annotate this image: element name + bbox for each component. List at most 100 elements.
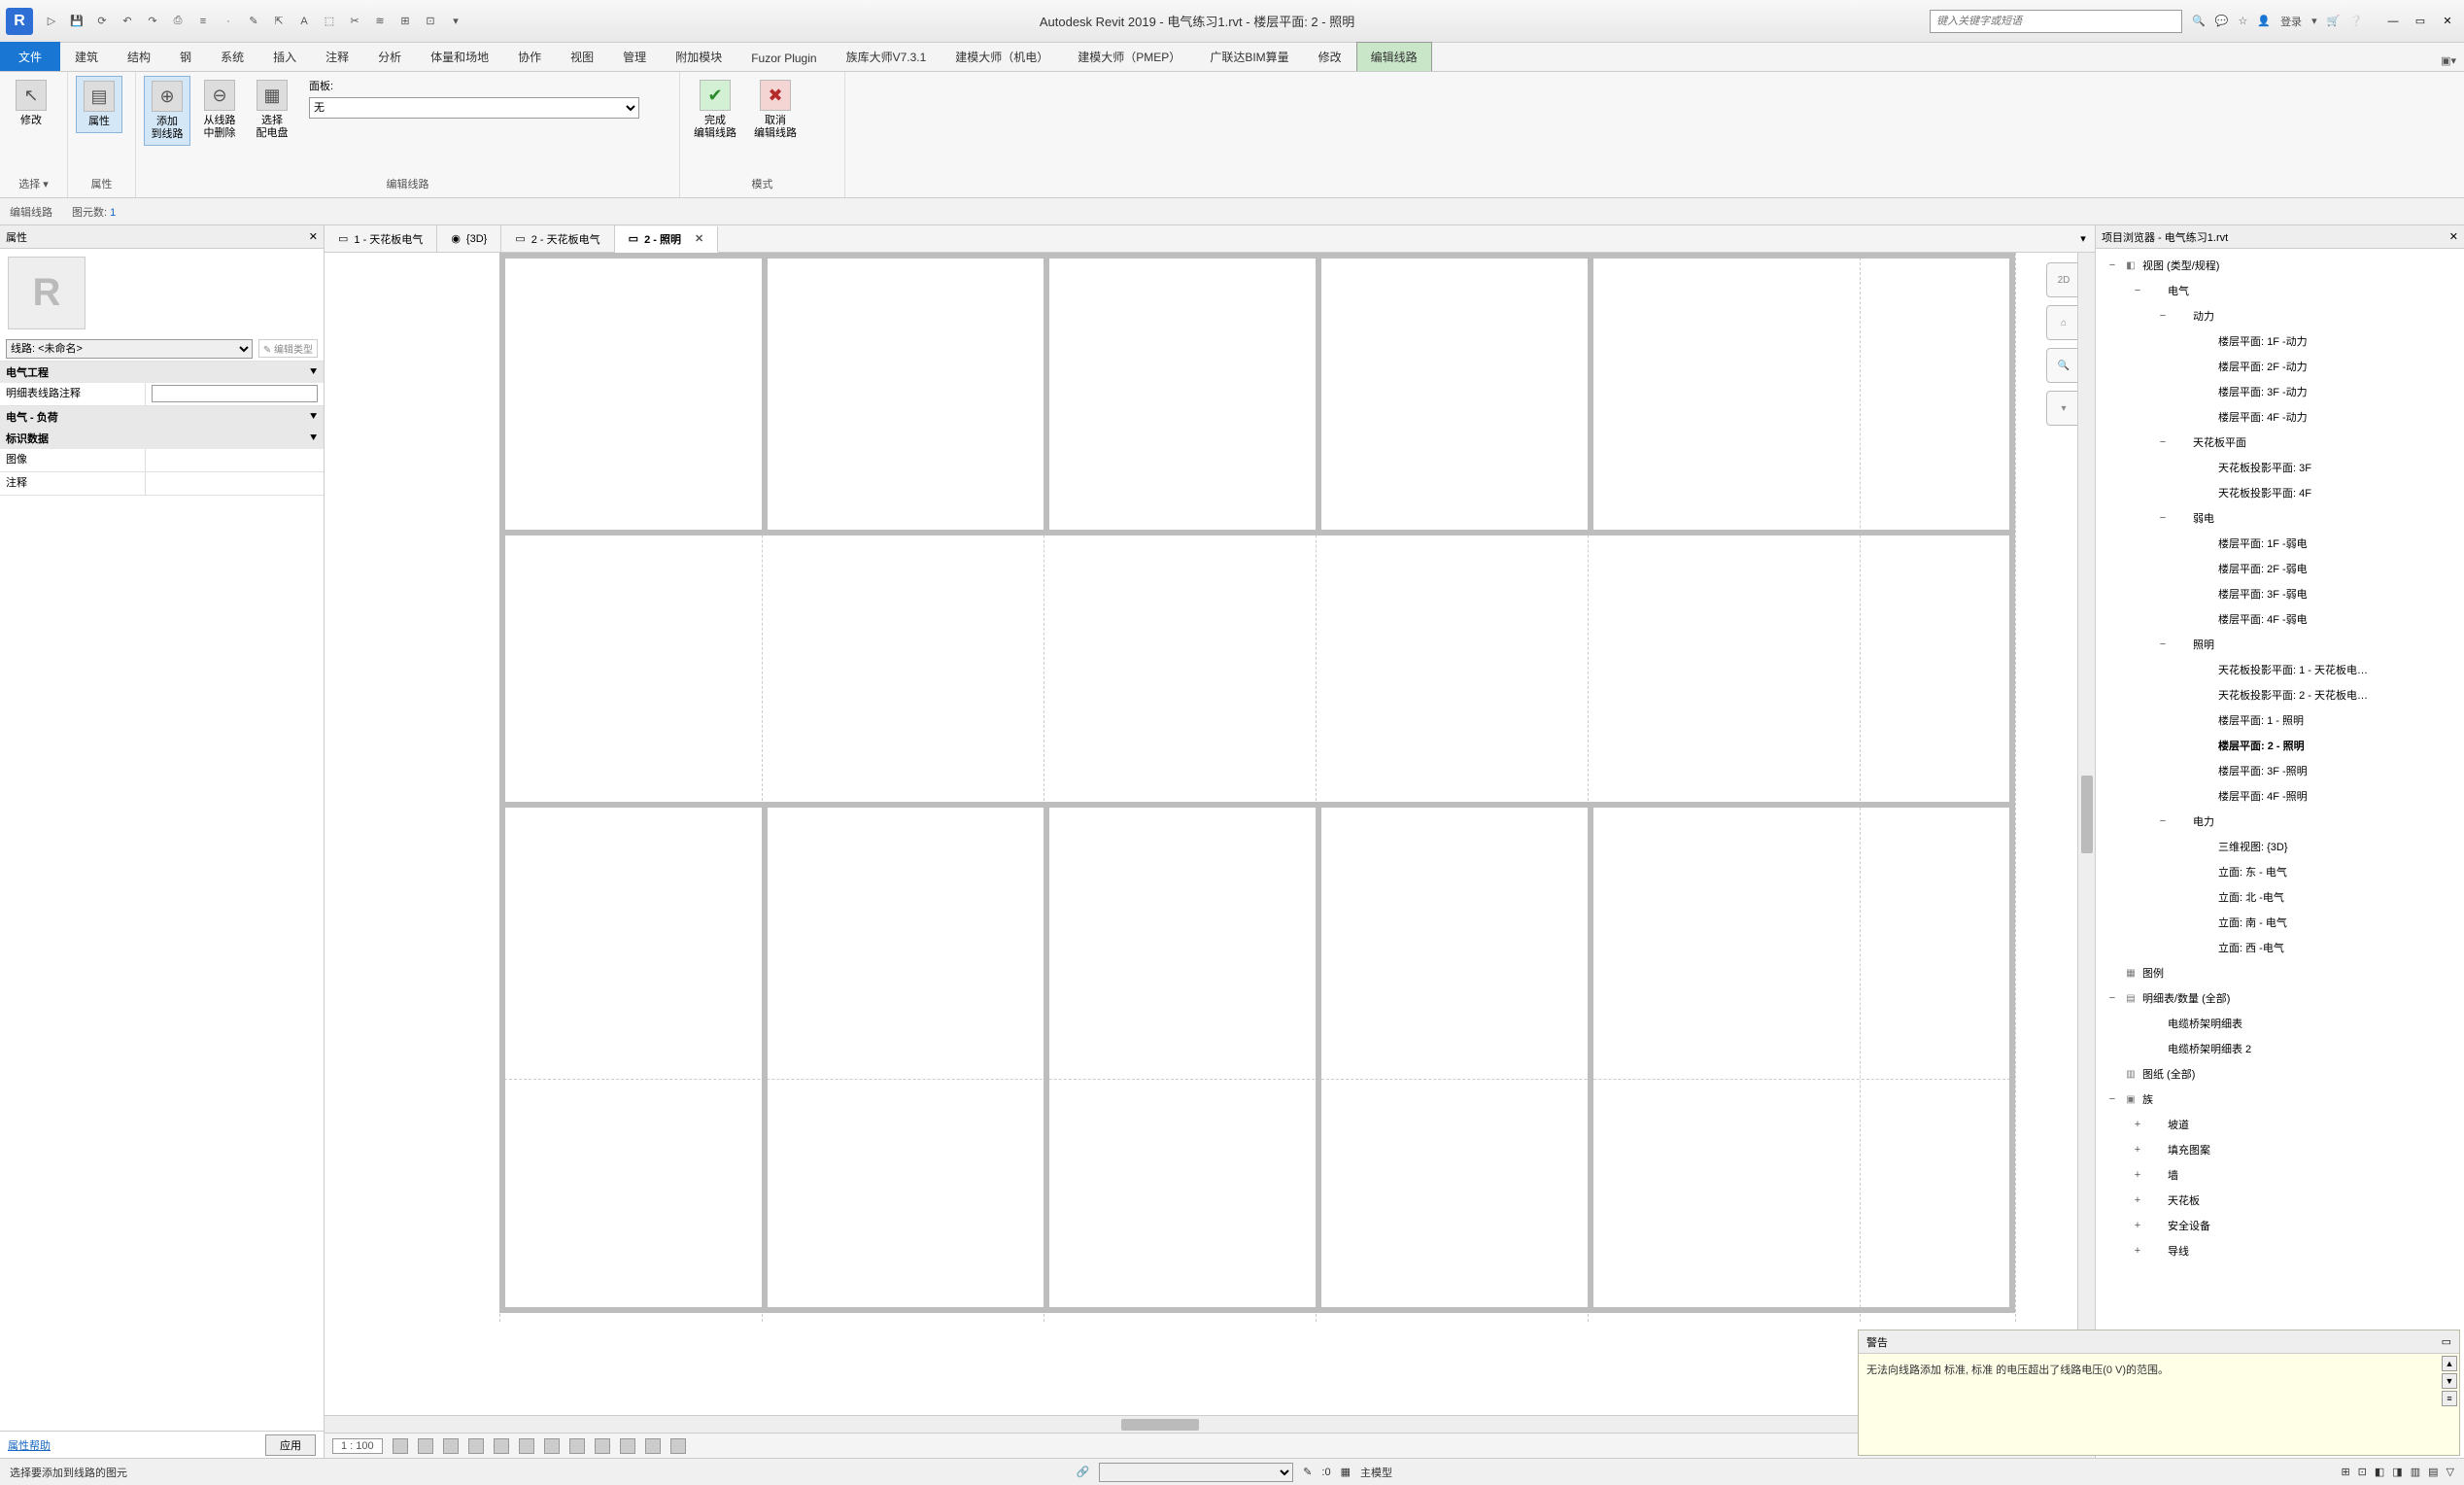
tab-modify[interactable]: 修改 <box>1304 42 1356 71</box>
exchange-icon[interactable]: 🛒 <box>2327 15 2341 27</box>
search-input[interactable] <box>1930 10 2182 33</box>
vc-hide-icon[interactable] <box>519 1438 534 1454</box>
sb-filter-icon[interactable]: ▽ <box>2447 1466 2454 1478</box>
properties-help-link[interactable]: 属性帮助 <box>8 1437 51 1453</box>
warning-close-icon[interactable]: ▭ <box>2442 1335 2451 1348</box>
sb-i5-icon[interactable]: ▥ <box>2411 1466 2420 1478</box>
tree-item[interactable]: 楼层平面: 2 - 照明 <box>2096 733 2464 758</box>
vtab-3[interactable]: ▭2 - 照明✕ <box>615 226 719 253</box>
tree-item[interactable]: 楼层平面: 4F -照明 <box>2096 783 2464 809</box>
tree-item[interactable]: +墙 <box>2096 1162 2464 1188</box>
properties-button[interactable]: ▤属性 <box>76 76 122 133</box>
sb-i6-icon[interactable]: ▤ <box>2428 1466 2438 1478</box>
add-to-circuit-button[interactable]: ⊕添加 到线路 <box>144 76 190 146</box>
tree-item[interactable]: 天花板投影平面: 3F <box>2096 455 2464 480</box>
search-icon[interactable]: 🔍 <box>2192 15 2206 27</box>
vc-shadow-icon[interactable] <box>468 1438 484 1454</box>
help-icon[interactable]: ❔ <box>2349 15 2363 27</box>
tree-item[interactable]: 天花板投影平面: 4F <box>2096 480 2464 505</box>
tree-item[interactable]: ▦图例 <box>2096 960 2464 985</box>
qa-close-icon[interactable]: ⊞ <box>396 13 414 30</box>
tree-item[interactable]: −动力 <box>2096 303 2464 328</box>
tree-item[interactable]: +安全设备 <box>2096 1213 2464 1238</box>
tree-item[interactable]: 楼层平面: 4F -弱电 <box>2096 606 2464 632</box>
tree-item[interactable]: 电缆桥架明细表 2 <box>2096 1036 2464 1061</box>
drawing-canvas[interactable]: 2D ⌂ 🔍 ▾ <box>325 253 2095 1415</box>
edit-type-button[interactable]: ✎ 编辑类型 <box>258 339 318 358</box>
cat-load[interactable]: 电气 - 负荷⯆ <box>0 406 324 428</box>
tab-collab[interactable]: 协作 <box>503 42 556 71</box>
tree-item[interactable]: 电缆桥架明细表 <box>2096 1011 2464 1036</box>
tree-item[interactable]: ▥图纸 (全部) <box>2096 1061 2464 1087</box>
tree-item[interactable]: 楼层平面: 3F -照明 <box>2096 758 2464 783</box>
view-tabs-menu-icon[interactable]: ▾ <box>2071 225 2095 252</box>
login-link[interactable]: 登录 <box>2280 14 2302 29</box>
row-image-value[interactable] <box>146 449 324 471</box>
tab-file[interactable]: 文件 <box>0 42 60 71</box>
tree-item[interactable]: +导线 <box>2096 1238 2464 1263</box>
vc-i12-icon[interactable] <box>670 1438 686 1454</box>
qa-redo-icon[interactable]: ↷ <box>144 13 161 30</box>
qa-open-icon[interactable]: ▷ <box>43 13 60 30</box>
sb-i4-icon[interactable]: ◨ <box>2392 1466 2402 1478</box>
qa-3d-icon[interactable]: ⬚ <box>321 13 338 30</box>
qa-dd-icon[interactable]: ▾ <box>447 13 464 30</box>
status-workset-select[interactable] <box>1099 1463 1293 1482</box>
tree-item[interactable]: 立面: 北 -电气 <box>2096 884 2464 910</box>
qa-pin-icon[interactable]: ✎ <box>245 13 262 30</box>
sb-i1-icon[interactable]: ⊞ <box>2341 1466 2349 1478</box>
tree-item[interactable]: 楼层平面: 1F -弱电 <box>2096 531 2464 556</box>
row-annotation-input[interactable] <box>152 385 318 402</box>
vc-style-icon[interactable] <box>418 1438 433 1454</box>
qa-undo-icon[interactable]: ↶ <box>119 13 136 30</box>
vc-reveal-icon[interactable] <box>544 1438 560 1454</box>
tree-item[interactable]: 立面: 东 - 电气 <box>2096 859 2464 884</box>
tree-item[interactable]: −照明 <box>2096 632 2464 657</box>
tab-glodon[interactable]: 广联达BIM算量 <box>1195 42 1303 71</box>
warning-down-icon[interactable]: ▼ <box>2442 1373 2457 1389</box>
tree-item[interactable]: −▤明细表/数量 (全部) <box>2096 985 2464 1011</box>
select-panel-button[interactable]: ▦选择 配电盘 <box>249 76 295 144</box>
tab-systems[interactable]: 系统 <box>206 42 258 71</box>
tree-item[interactable]: 楼层平面: 1F -动力 <box>2096 328 2464 354</box>
vertical-scrollbar[interactable] <box>2077 253 2095 1415</box>
vc-i8-icon[interactable] <box>569 1438 585 1454</box>
panel-type-select[interactable]: 无 <box>309 97 639 119</box>
vtab-1[interactable]: ◉{3D} <box>437 225 501 252</box>
tab-annotate[interactable]: 注释 <box>311 42 363 71</box>
user-icon[interactable]: 👤 <box>2257 15 2271 27</box>
tree-item[interactable]: 三维视图: {3D} <box>2096 834 2464 859</box>
cat-identity[interactable]: 标识数据⯆ <box>0 428 324 449</box>
finish-button[interactable]: ✔完成 编辑线路 <box>688 76 742 144</box>
tree-item[interactable]: −◧视图 (类型/规程) <box>2096 253 2464 278</box>
qa-print-icon[interactable]: ⎙ <box>169 13 187 30</box>
qa-measure-icon[interactable]: ≡ <box>194 13 212 30</box>
cat-electrical[interactable]: 电气工程⯆ <box>0 362 324 383</box>
cancel-button[interactable]: ✖取消 编辑线路 <box>748 76 803 144</box>
vtab-close-icon[interactable]: ✕ <box>695 232 703 245</box>
tab-fuzor[interactable]: Fuzor Plugin <box>736 45 831 71</box>
vc-detail-icon[interactable] <box>393 1438 408 1454</box>
vtab-2[interactable]: ▭2 - 天花板电气 <box>501 225 614 252</box>
tree-item[interactable]: 天花板投影平面: 1 - 天花板电… <box>2096 657 2464 682</box>
tree-item[interactable]: 楼层平面: 2F -弱电 <box>2096 556 2464 581</box>
tab-addins[interactable]: 附加模块 <box>661 42 736 71</box>
comm-icon[interactable]: 💬 <box>2215 15 2229 27</box>
tree-item[interactable]: 天花板投影平面: 2 - 天花板电… <box>2096 682 2464 708</box>
nav-2d-icon[interactable]: 2D <box>2046 262 2081 297</box>
tab-mep[interactable]: 建模大师（机电） <box>941 42 1063 71</box>
ribbon-collapse-icon[interactable]: ▣▾ <box>2433 51 2464 71</box>
modify-button[interactable]: ↖修改 <box>8 76 54 131</box>
tab-manage[interactable]: 管理 <box>608 42 661 71</box>
login-dd-icon[interactable]: ▾ <box>2311 15 2317 27</box>
browser-close-icon[interactable]: ✕ <box>2449 230 2458 243</box>
tab-edit-circuit[interactable]: 编辑线路 <box>1356 42 1432 71</box>
minimize-icon[interactable]: — <box>2382 11 2404 32</box>
vc-sun-icon[interactable] <box>443 1438 459 1454</box>
tree-item[interactable]: −电气 <box>2096 278 2464 303</box>
tree-item[interactable]: 楼层平面: 3F -动力 <box>2096 379 2464 404</box>
status-link-icon[interactable]: 🔗 <box>1076 1466 1089 1478</box>
tree-item[interactable]: 楼层平面: 3F -弱电 <box>2096 581 2464 606</box>
tab-view[interactable]: 视图 <box>556 42 608 71</box>
nav-home-icon[interactable]: ⌂ <box>2046 305 2081 340</box>
